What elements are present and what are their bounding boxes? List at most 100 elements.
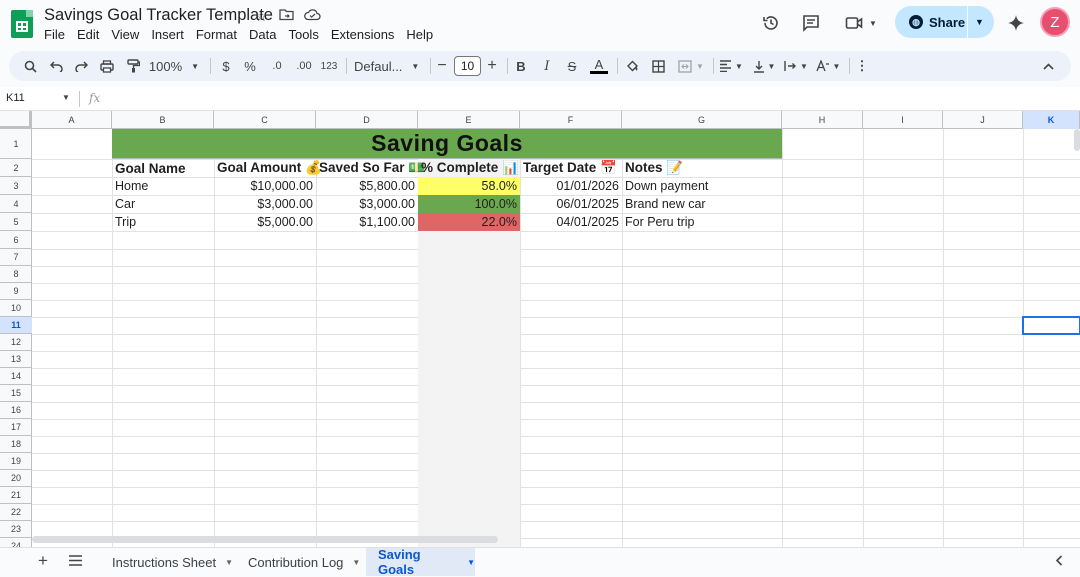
row-header-8[interactable]: 8 [0,266,32,283]
paint-format-icon[interactable] [124,56,142,76]
row-header-7[interactable]: 7 [0,249,32,266]
comments-icon[interactable] [800,12,822,34]
select-all-corner[interactable] [0,111,32,129]
print-icon[interactable] [98,56,116,76]
menu-view[interactable]: View [111,27,145,42]
goal-amount-cell[interactable]: $5,000.00 [214,213,316,231]
decrease-font-size-button[interactable]: − [435,56,449,76]
version-history-icon[interactable] [760,12,782,34]
target-date-cell[interactable]: 06/01/2025 [520,195,622,213]
vertical-align-icon[interactable]: ▼ [749,56,779,76]
row-header-16[interactable]: 16 [0,402,32,419]
format-percent-button[interactable]: % [242,56,258,76]
header-saved-so-far[interactable]: Saved So Far 💵 [316,159,425,177]
target-date-cell[interactable]: 04/01/2025 [520,213,622,231]
menu-insert[interactable]: Insert [151,27,190,42]
menu-format[interactable]: Format [196,27,243,42]
menu-file[interactable]: File [44,27,71,42]
row-header-11[interactable]: 11 [0,317,32,334]
header-goal-amount[interactable]: Goal Amount 💰 [214,159,322,177]
goal-amount-cell[interactable]: $3,000.00 [214,195,316,213]
scroll-tabs-left-icon[interactable] [1055,554,1063,569]
tab-chevron-down-icon[interactable]: ▼ [467,558,475,567]
row-header-14[interactable]: 14 [0,368,32,385]
account-avatar[interactable]: Z [1040,7,1070,37]
borders-icon[interactable] [649,56,667,76]
column-header-b[interactable]: B [112,111,214,129]
goal-name-cell[interactable]: Home [112,177,214,195]
text-rotation-icon[interactable]: ▼ [813,56,843,76]
search-menus-icon[interactable] [21,56,39,76]
row-header-19[interactable]: 19 [0,453,32,470]
increase-font-size-button[interactable]: + [485,56,499,76]
saved-so-far-cell[interactable]: $1,100.00 [316,213,418,231]
column-header-i[interactable]: I [863,111,943,129]
more-options-icon[interactable]: ⋮ [854,56,870,76]
merge-cells-icon[interactable]: ▼ [675,56,707,76]
font-family-select[interactable]: Defaul... ▼ [354,56,424,76]
row-header-12[interactable]: 12 [0,334,32,351]
row-header-1[interactable]: 1 [0,129,32,159]
column-header-h[interactable]: H [782,111,863,129]
row-header-20[interactable]: 20 [0,470,32,487]
row-header-10[interactable]: 10 [0,300,32,317]
percent-complete-cell[interactable]: 22.0% [418,213,520,231]
font-size-input[interactable]: 10 [454,56,481,76]
sheet-tab-contribution-log[interactable]: Contribution Log ▼ [236,548,366,576]
tab-chevron-down-icon[interactable]: ▼ [225,558,233,567]
bold-button[interactable]: B [513,56,529,76]
all-sheets-menu-icon[interactable] [69,553,82,570]
notes-cell[interactable]: Brand new car [622,195,782,213]
row-header-17[interactable]: 17 [0,419,32,436]
goal-name-cell[interactable]: Trip [112,213,214,231]
menu-help[interactable]: Help [406,27,439,42]
column-header-d[interactable]: D [316,111,418,129]
text-color-button[interactable]: A [589,56,609,76]
saved-so-far-cell[interactable]: $3,000.00 [316,195,418,213]
row-header-13[interactable]: 13 [0,351,32,368]
column-header-g[interactable]: G [622,111,782,129]
name-box-chevron-down-icon[interactable]: ▼ [62,93,70,102]
header-notes[interactable]: Notes 📝 [622,159,782,177]
zoom-select[interactable]: 100% ▼ [149,56,199,76]
saved-so-far-cell[interactable]: $5,800.00 [316,177,418,195]
header-percent-complete[interactable]: % Complete 📊 [418,159,520,177]
menu-tools[interactable]: Tools [288,27,324,42]
undo-icon[interactable] [47,56,65,76]
text-wrapping-icon[interactable]: ▼ [781,56,811,76]
header-target-date[interactable]: Target Date 📅 [520,159,622,177]
row-header-23[interactable]: 23 [0,521,32,538]
star-icon[interactable]: ☆ [255,8,268,25]
cell-area[interactable]: Saving Goals Goal Name Goal Amount 💰 Sav… [32,129,1080,547]
row-header-21[interactable]: 21 [0,487,32,504]
notes-cell[interactable]: For Peru trip [622,213,782,231]
percent-complete-cell[interactable]: 100.0% [418,195,520,213]
row-header-2[interactable]: 2 [0,159,32,177]
column-header-j[interactable]: J [943,111,1023,129]
menu-edit[interactable]: Edit [77,27,105,42]
vertical-scrollbar[interactable] [1074,129,1080,151]
meet-icon[interactable]: ▼ [843,12,879,34]
redo-icon[interactable] [72,56,90,76]
italic-button[interactable]: I [539,56,555,76]
strikethrough-button[interactable]: S [564,56,580,76]
more-formats-button[interactable]: 123 [318,56,340,76]
menu-data[interactable]: Data [249,27,282,42]
menu-extensions[interactable]: Extensions [331,27,401,42]
cloud-status-icon[interactable] [304,8,321,24]
goal-name-cell[interactable]: Car [112,195,214,213]
goal-amount-cell[interactable]: $10,000.00 [214,177,316,195]
increase-decimal-button[interactable]: .00 [292,56,316,76]
row-header-5[interactable]: 5 [0,213,32,231]
add-sheet-icon[interactable]: + [38,551,48,571]
row-header-15[interactable]: 15 [0,385,32,402]
column-header-c[interactable]: C [214,111,316,129]
row-header-6[interactable]: 6 [0,231,32,249]
name-box[interactable]: K11 [6,92,25,104]
row-header-9[interactable]: 9 [0,283,32,300]
notes-cell[interactable]: Down payment [622,177,782,195]
format-currency-button[interactable]: $ [218,56,234,76]
row-header-22[interactable]: 22 [0,504,32,521]
row-header-18[interactable]: 18 [0,436,32,453]
header-goal-name[interactable]: Goal Name [112,159,214,177]
